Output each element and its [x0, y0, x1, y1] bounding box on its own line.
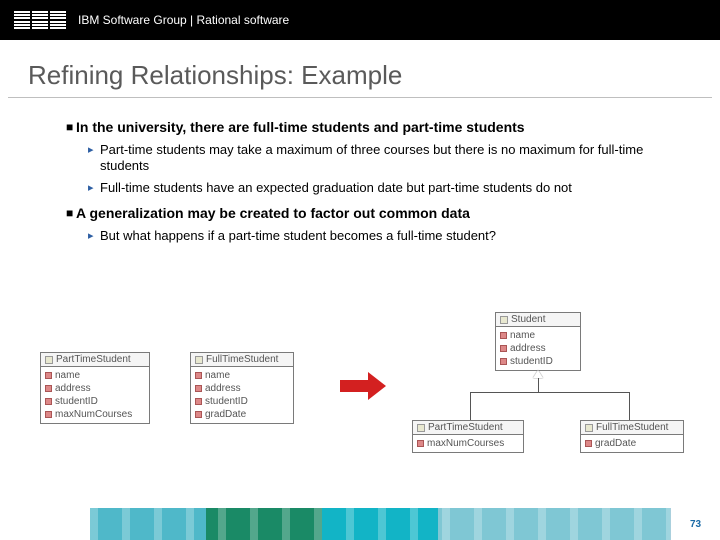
bullet-l2: ▸ But what happens if a part-time studen…	[88, 228, 670, 244]
uml-class-name: PartTimeStudent	[428, 422, 503, 433]
transform-arrow-icon	[340, 372, 388, 400]
uml-class-fulltimestudent-after: FullTimeStudent gradDate	[580, 420, 684, 453]
attr-icon	[195, 398, 202, 405]
uml-diagram-area: PartTimeStudent name address studentID m…	[40, 322, 700, 482]
class-icon	[45, 356, 53, 364]
attr-icon	[500, 345, 507, 352]
attr-icon	[500, 358, 507, 365]
uml-attr: address	[55, 382, 91, 395]
attr-icon	[195, 411, 202, 418]
bullet-l1: ■ In the university, there are full-time…	[66, 118, 670, 136]
uml-attr: gradDate	[595, 437, 636, 450]
generalization-arrowhead-icon	[533, 370, 543, 378]
arrow-bullet-icon: ▸	[88, 142, 100, 174]
uml-attr: studentID	[55, 395, 98, 408]
uml-class-parttimestudent-after: PartTimeStudent maxNumCourses	[412, 420, 524, 453]
bullet-text: Full-time students have an expected grad…	[100, 180, 572, 196]
attr-icon	[45, 385, 52, 392]
bullet-text: In the university, there are full-time s…	[76, 118, 525, 136]
uml-class-student: Student name address studentID	[495, 312, 581, 371]
class-icon	[417, 424, 425, 432]
attr-icon	[45, 398, 52, 405]
uml-attr: maxNumCourses	[427, 437, 504, 450]
uml-attr: address	[205, 382, 241, 395]
attr-icon	[195, 385, 202, 392]
attr-icon	[417, 440, 424, 447]
uml-class-name: Student	[511, 314, 545, 325]
arrow-bullet-icon: ▸	[88, 228, 100, 244]
bullet-l2: ▸ Full-time students have an expected gr…	[88, 180, 670, 196]
header-bar: IBM Software Group | Rational software	[0, 0, 720, 40]
class-icon	[585, 424, 593, 432]
uml-attr: name	[510, 329, 535, 342]
uml-line	[470, 392, 630, 393]
uml-line	[538, 378, 539, 392]
uml-attr: name	[55, 369, 80, 382]
uml-class-parttimestudent-before: PartTimeStudent name address studentID m…	[40, 352, 150, 424]
bullet-text: A generalization may be created to facto…	[76, 204, 470, 222]
uml-class-name: PartTimeStudent	[56, 354, 131, 365]
attr-icon	[45, 372, 52, 379]
uml-line	[470, 392, 471, 420]
uml-class-name: FullTimeStudent	[596, 422, 668, 433]
uml-attr: gradDate	[205, 408, 246, 421]
title-area: Refining Relationships: Example	[8, 40, 712, 98]
bullet-l1: ■ A generalization may be created to fac…	[66, 204, 670, 222]
class-icon	[500, 316, 508, 324]
slide-number: 73	[690, 519, 701, 530]
uml-line	[629, 392, 630, 420]
footer-left	[0, 508, 90, 540]
footer-right: 73	[670, 508, 720, 540]
footer-decorative-strip	[90, 508, 670, 540]
arrow-bullet-icon: ▸	[88, 180, 100, 196]
square-bullet-icon: ■	[66, 204, 76, 222]
slide-title: Refining Relationships: Example	[28, 60, 692, 91]
uml-attr: studentID	[510, 355, 553, 368]
content-body: ■ In the university, there are full-time…	[0, 98, 720, 244]
attr-icon	[585, 440, 592, 447]
uml-attr: studentID	[205, 395, 248, 408]
bullet-text: But what happens if a part-time student …	[100, 228, 496, 244]
square-bullet-icon: ■	[66, 118, 76, 136]
uml-attr: address	[510, 342, 546, 355]
attr-icon	[195, 372, 202, 379]
ibm-logo	[14, 11, 66, 29]
attr-icon	[45, 411, 52, 418]
bullet-text: Part-time students may take a maximum of…	[100, 142, 670, 174]
uml-attr: maxNumCourses	[55, 408, 132, 421]
header-text: IBM Software Group | Rational software	[78, 13, 289, 27]
class-icon	[195, 356, 203, 364]
attr-icon	[500, 332, 507, 339]
uml-class-fulltimestudent-before: FullTimeStudent name address studentID g…	[190, 352, 294, 424]
uml-attr: name	[205, 369, 230, 382]
uml-class-name: FullTimeStudent	[206, 354, 278, 365]
bullet-l2: ▸ Part-time students may take a maximum …	[88, 142, 670, 174]
footer-bar: 73	[0, 508, 720, 540]
